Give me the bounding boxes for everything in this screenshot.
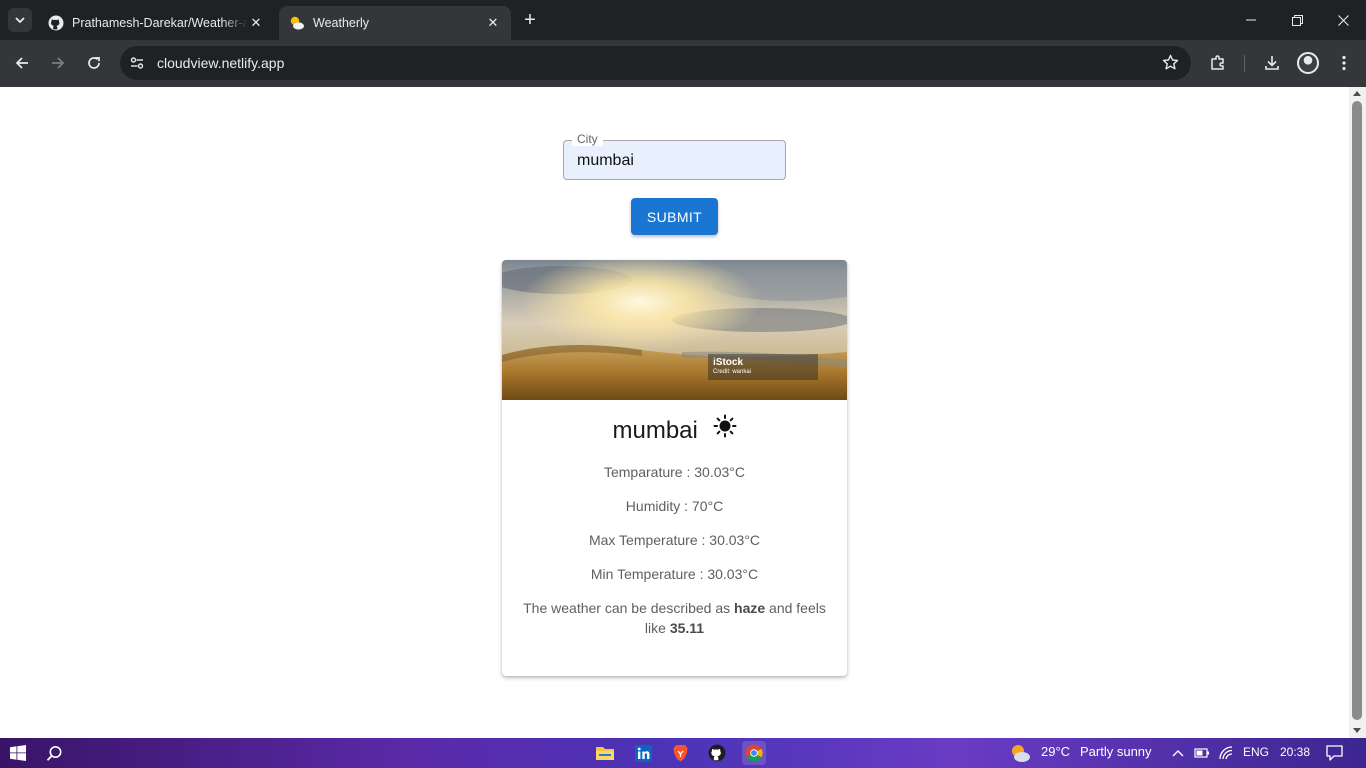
more-menu-icon[interactable] xyxy=(1329,48,1359,78)
page-scrollbar[interactable] xyxy=(1349,87,1366,738)
chevron-down-icon xyxy=(15,17,25,24)
tab-weatherly[interactable]: Weatherly ✕ xyxy=(279,6,511,40)
taskbar-language[interactable]: ENG xyxy=(1243,745,1269,759)
max-temperature-text: Max Temperature : 30.03°C xyxy=(588,532,761,548)
close-icon[interactable]: ✕ xyxy=(248,15,264,31)
chevron-up-icon[interactable] xyxy=(1166,741,1190,765)
url-text: cloudview.netlify.app xyxy=(157,55,285,71)
chrome-icon[interactable] xyxy=(742,741,766,765)
browser-titlebar: Prathamesh-Darekar/Weather-app ✕ Weather… xyxy=(0,0,1366,40)
watermark-credit: Credit: wankai xyxy=(713,369,752,375)
notification-icon[interactable] xyxy=(1322,741,1346,765)
taskbar-temperature[interactable]: 29°C xyxy=(1041,744,1070,759)
description-condition: haze xyxy=(734,600,766,616)
toolbar-divider xyxy=(1244,55,1245,72)
page-viewport: mumbai City SUBMIT iStock Credit: wankai… xyxy=(0,87,1349,738)
site-settings-icon[interactable] xyxy=(120,46,154,80)
forward-arrow-icon[interactable] xyxy=(43,48,73,78)
tab-title: Prathamesh-Darekar/Weather-app xyxy=(72,16,248,30)
image-watermark: iStock Credit: wankai xyxy=(708,354,818,380)
profile-avatar[interactable] xyxy=(1297,52,1319,74)
brave-browser-icon[interactable] xyxy=(668,741,692,765)
search-icon[interactable] xyxy=(42,741,66,765)
city-name: mumbai xyxy=(612,417,698,444)
taskbar-clock[interactable]: 20:38 xyxy=(1280,745,1310,759)
reload-icon[interactable] xyxy=(79,48,109,78)
sun-icon xyxy=(713,414,737,446)
humidity-text: Humidity : 70°C xyxy=(625,498,724,514)
extensions-puzzle-icon[interactable] xyxy=(1203,48,1233,78)
city-input-field[interactable]: mumbai xyxy=(563,140,786,180)
weather-card: iStock Credit: wankai mumbai Temparature… xyxy=(502,260,847,676)
weather-description: The weather can be described as haze and… xyxy=(516,598,833,638)
minimize-icon[interactable] xyxy=(1228,0,1274,40)
weather-partly-sunny-icon[interactable] xyxy=(1008,741,1032,765)
close-icon[interactable]: ✕ xyxy=(485,15,501,31)
battery-icon[interactable] xyxy=(1190,741,1214,765)
description-prefix: The weather can be described as xyxy=(523,600,731,616)
taskbar-weather-text[interactable]: Partly sunny xyxy=(1080,744,1152,759)
min-temperature-text: Min Temperature : 30.03°C xyxy=(590,566,759,582)
file-explorer-icon[interactable] xyxy=(593,741,617,765)
scroll-up-arrow-icon[interactable] xyxy=(1353,91,1361,96)
scroll-down-arrow-icon[interactable] xyxy=(1353,728,1361,733)
github-icon xyxy=(48,15,64,31)
bookmark-star-icon[interactable] xyxy=(1162,54,1179,76)
github-desktop-icon[interactable] xyxy=(705,741,729,765)
city-input-value[interactable]: mumbai xyxy=(577,151,634,171)
back-arrow-icon[interactable] xyxy=(7,48,37,78)
scrollbar-thumb[interactable] xyxy=(1352,101,1362,720)
close-window-icon[interactable] xyxy=(1320,0,1366,40)
address-bar[interactable]: cloudview.netlify.app xyxy=(120,46,1191,80)
download-icon[interactable] xyxy=(1257,48,1287,78)
wifi-icon[interactable] xyxy=(1214,741,1238,765)
windows-taskbar: 29°C Partly sunny ENG 20:38 xyxy=(0,738,1366,768)
temperature-text: Temparature : 30.03°C xyxy=(603,464,745,480)
tab-search-button[interactable] xyxy=(8,8,32,32)
windows-start-icon[interactable] xyxy=(6,741,30,765)
browser-toolbar: cloudview.netlify.app xyxy=(0,40,1366,87)
tab-title: Weatherly xyxy=(313,16,370,30)
submit-button[interactable]: SUBMIT xyxy=(631,198,718,235)
restore-icon[interactable] xyxy=(1274,0,1320,40)
description-feels-like: 35.11 xyxy=(669,620,705,636)
tab-github[interactable]: Prathamesh-Darekar/Weather-app ✕ xyxy=(38,6,274,40)
new-tab-plus-icon[interactable]: + xyxy=(518,8,542,32)
card-city-heading: mumbai xyxy=(502,414,847,446)
city-input-label: City xyxy=(572,132,603,146)
weather-icon xyxy=(289,15,305,31)
linkedin-icon[interactable] xyxy=(631,741,655,765)
watermark-brand: iStock xyxy=(713,357,744,368)
